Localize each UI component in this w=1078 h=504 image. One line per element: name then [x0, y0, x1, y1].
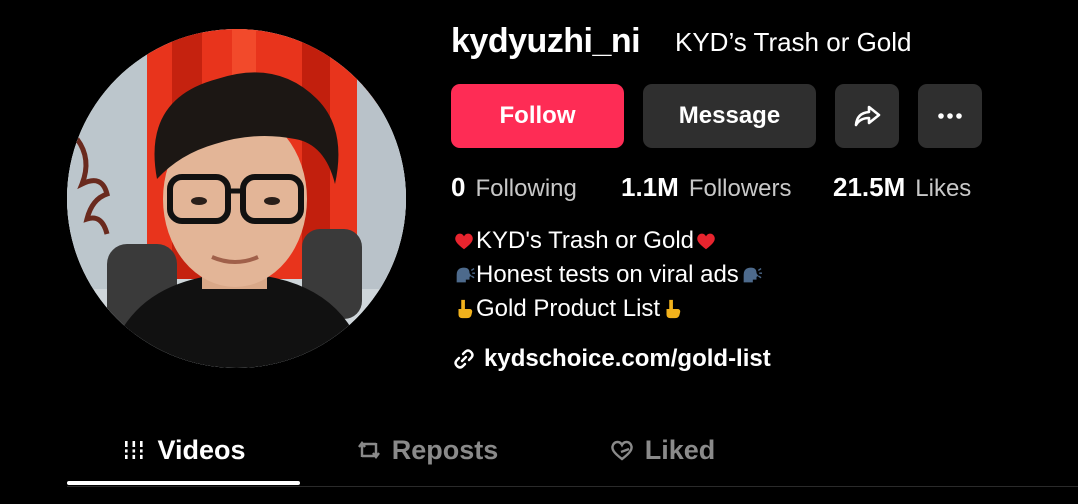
following-stat[interactable]: 0 Following	[451, 168, 577, 208]
more-options-button[interactable]	[918, 84, 982, 148]
tab-liked-label: Liked	[644, 434, 716, 465]
bio-link[interactable]: kydschoice.com/gold-list	[452, 345, 771, 373]
red-heart-icon	[453, 230, 475, 252]
bio-line: Gold Product List	[452, 292, 763, 326]
bio-link-text: kydschoice.com/gold-list	[484, 345, 771, 372]
grid-bars-icon	[123, 441, 146, 459]
likes-label: Likes	[915, 175, 972, 202]
follow-button[interactable]: Follow	[451, 84, 624, 148]
pointing-down-icon	[453, 298, 475, 320]
tab-reposts-label: Reposts	[391, 434, 499, 465]
followers-stat[interactable]: 1.1M Followers	[621, 168, 792, 208]
followers-label: Followers	[688, 175, 792, 202]
likes-count: 21.5M	[833, 172, 906, 202]
bio: KYD's Trash or Gold Honest tests on vira…	[452, 224, 763, 326]
tab-liked[interactable]: Liked	[597, 420, 727, 480]
active-tab-indicator	[67, 481, 300, 485]
profile-page: kydyuzhi_ni KYD’s Trash or Gold Follow M…	[0, 0, 1078, 504]
nickname: KYD’s Trash or Gold	[675, 27, 912, 57]
more-icon	[938, 113, 962, 119]
tab-videos[interactable]: Videos	[67, 420, 300, 480]
repost-icon	[357, 441, 380, 459]
share-icon	[854, 105, 881, 127]
bio-line: KYD's Trash or Gold	[452, 224, 763, 258]
heart-slash-icon	[610, 440, 633, 461]
link-icon	[454, 349, 474, 369]
following-label: Following	[475, 175, 577, 202]
avatar-photo	[67, 29, 406, 368]
likes-stat: 21.5M Likes	[833, 168, 971, 208]
speaking-head-icon	[453, 264, 475, 286]
pointing-down-icon	[661, 298, 683, 320]
username: kydyuzhi_ni	[451, 22, 641, 60]
bio-line-text: Gold Product List	[476, 295, 661, 322]
bio-line: Honest tests on viral ads	[452, 258, 763, 292]
followers-count: 1.1M	[621, 172, 679, 202]
tab-videos-label: Videos	[157, 434, 246, 465]
message-button[interactable]: Message	[643, 84, 816, 148]
profile-tabs: Videos Reposts Liked	[67, 420, 1078, 487]
following-count: 0	[451, 172, 466, 202]
tab-reposts[interactable]: Reposts	[342, 420, 512, 480]
red-heart-icon	[695, 230, 717, 252]
bio-line-text: Honest tests on viral ads	[476, 261, 739, 288]
avatar[interactable]	[67, 29, 406, 368]
share-button[interactable]	[835, 84, 899, 148]
bio-line-text: KYD's Trash or Gold	[476, 227, 694, 254]
speaking-head-icon	[740, 264, 762, 286]
